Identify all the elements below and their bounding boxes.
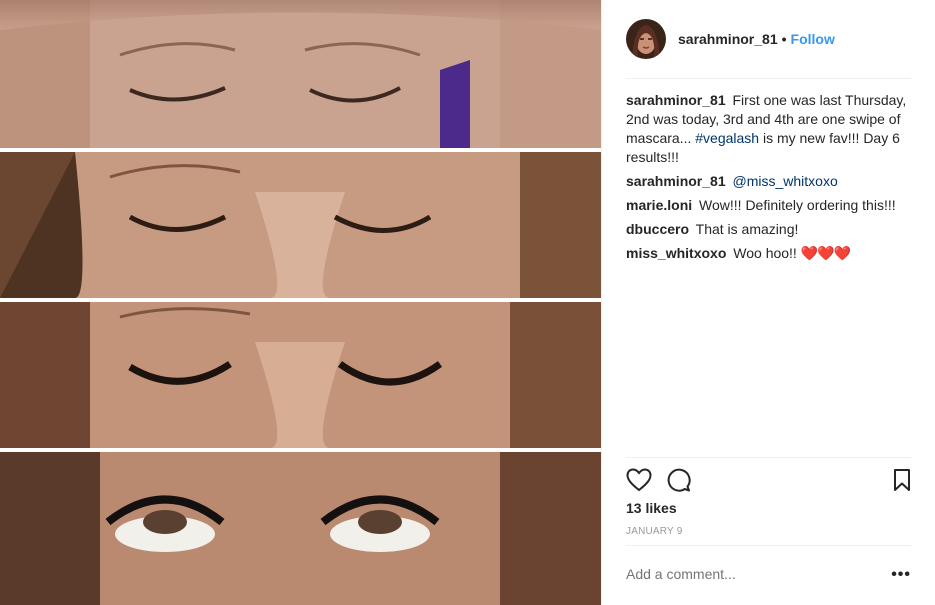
separator-dot: • <box>781 31 787 47</box>
comment-username[interactable]: dbuccero <box>626 221 689 237</box>
open-eyes-image <box>0 452 601 605</box>
add-comment-input[interactable] <box>626 566 876 582</box>
photo-strip-4 <box>0 452 601 605</box>
post-date[interactable]: JANUARY 9 <box>626 526 682 537</box>
closed-eyes-image-3 <box>0 302 601 448</box>
post-sidebar: sarahminor_81 • Follow sarahminor_81 Fir… <box>601 0 935 605</box>
likes-count[interactable]: 13 likes <box>626 500 677 516</box>
avatar[interactable] <box>626 19 666 59</box>
comments-list: sarahminor_81 First one was last Thursda… <box>626 91 915 268</box>
comment-text: Woo hoo!! <box>733 245 801 261</box>
avatar-image <box>626 19 666 59</box>
comment-text: Wow!!! Definitely ordering this!!! <box>699 197 896 213</box>
comment-icon[interactable] <box>667 468 691 495</box>
photo-strip-2 <box>0 152 601 298</box>
comment-username[interactable]: marie.loni <box>626 197 692 213</box>
hashtag-link[interactable]: #vegalash <box>695 130 759 146</box>
closed-eyes-image-2 <box>0 152 601 298</box>
more-options-icon[interactable]: ••• <box>891 566 911 584</box>
bookmark-icon[interactable] <box>893 468 911 495</box>
caption: sarahminor_81 First one was last Thursda… <box>626 91 915 167</box>
username-link[interactable]: sarahminor_81 <box>678 31 778 47</box>
list-item: sarahminor_81 @miss_whitxoxo <box>626 172 915 191</box>
list-item: marie.loni Wow!!! Definitely ordering th… <box>626 196 915 215</box>
comment-text: That is amazing! <box>695 221 799 237</box>
heart-icon[interactable] <box>626 468 652 495</box>
post-header: sarahminor_81 • Follow <box>626 0 911 79</box>
post-photo[interactable] <box>0 0 601 605</box>
photo-strip-1 <box>0 0 601 148</box>
list-item: miss_whitxoxo Woo hoo!! ❤️❤️❤️ <box>626 244 915 263</box>
photo-strip-3 <box>0 302 601 448</box>
closed-eyes-image-1 <box>0 0 601 148</box>
follow-button[interactable]: Follow <box>791 31 835 47</box>
instagram-post: sarahminor_81 • Follow sarahminor_81 Fir… <box>0 0 935 605</box>
hearts-emoji: ❤️❤️❤️ <box>800 245 851 261</box>
add-comment-section: ••• <box>626 545 911 605</box>
action-bar <box>626 457 911 501</box>
list-item: dbuccero That is amazing! <box>626 220 915 239</box>
comment-username[interactable]: miss_whitxoxo <box>626 245 726 261</box>
caption-username[interactable]: sarahminor_81 <box>626 92 726 108</box>
comment-username[interactable]: sarahminor_81 <box>626 173 726 189</box>
mention-link[interactable]: @miss_whitxoxo <box>733 173 838 189</box>
